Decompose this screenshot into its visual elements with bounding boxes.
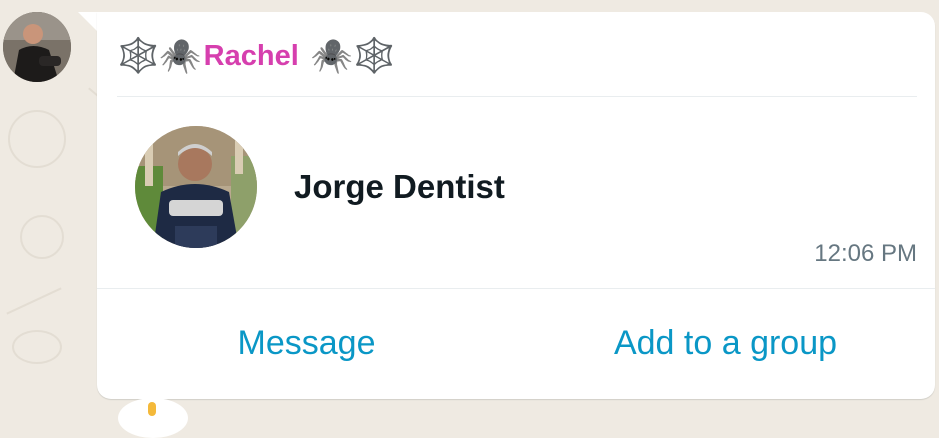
contact-avatar[interactable] — [135, 126, 257, 248]
contact-name[interactable]: Jorge Dentist — [294, 168, 505, 206]
sender-decoration-left: 🕸️🕷️ — [117, 36, 202, 76]
sender-decoration-right: 🕷️🕸️ — [310, 36, 396, 76]
message-timestamp: 12:06 PM — [814, 240, 917, 267]
message-button[interactable]: Message — [97, 308, 516, 378]
divider — [117, 96, 917, 97]
next-message-emoji — [118, 398, 188, 438]
sender-header[interactable]: 🕸️🕷️ Rachel 🕷️🕸️ — [117, 36, 395, 76]
contact-message-bubble[interactable]: 🕸️🕷️ Rachel 🕷️🕸️ Jorge Dentist 12:06 PM … — [97, 12, 935, 399]
sender-avatar[interactable] — [3, 12, 71, 82]
divider — [97, 288, 935, 289]
add-to-group-button[interactable]: Add to a group — [516, 308, 935, 378]
sender-name[interactable]: Rachel — [204, 40, 299, 73]
